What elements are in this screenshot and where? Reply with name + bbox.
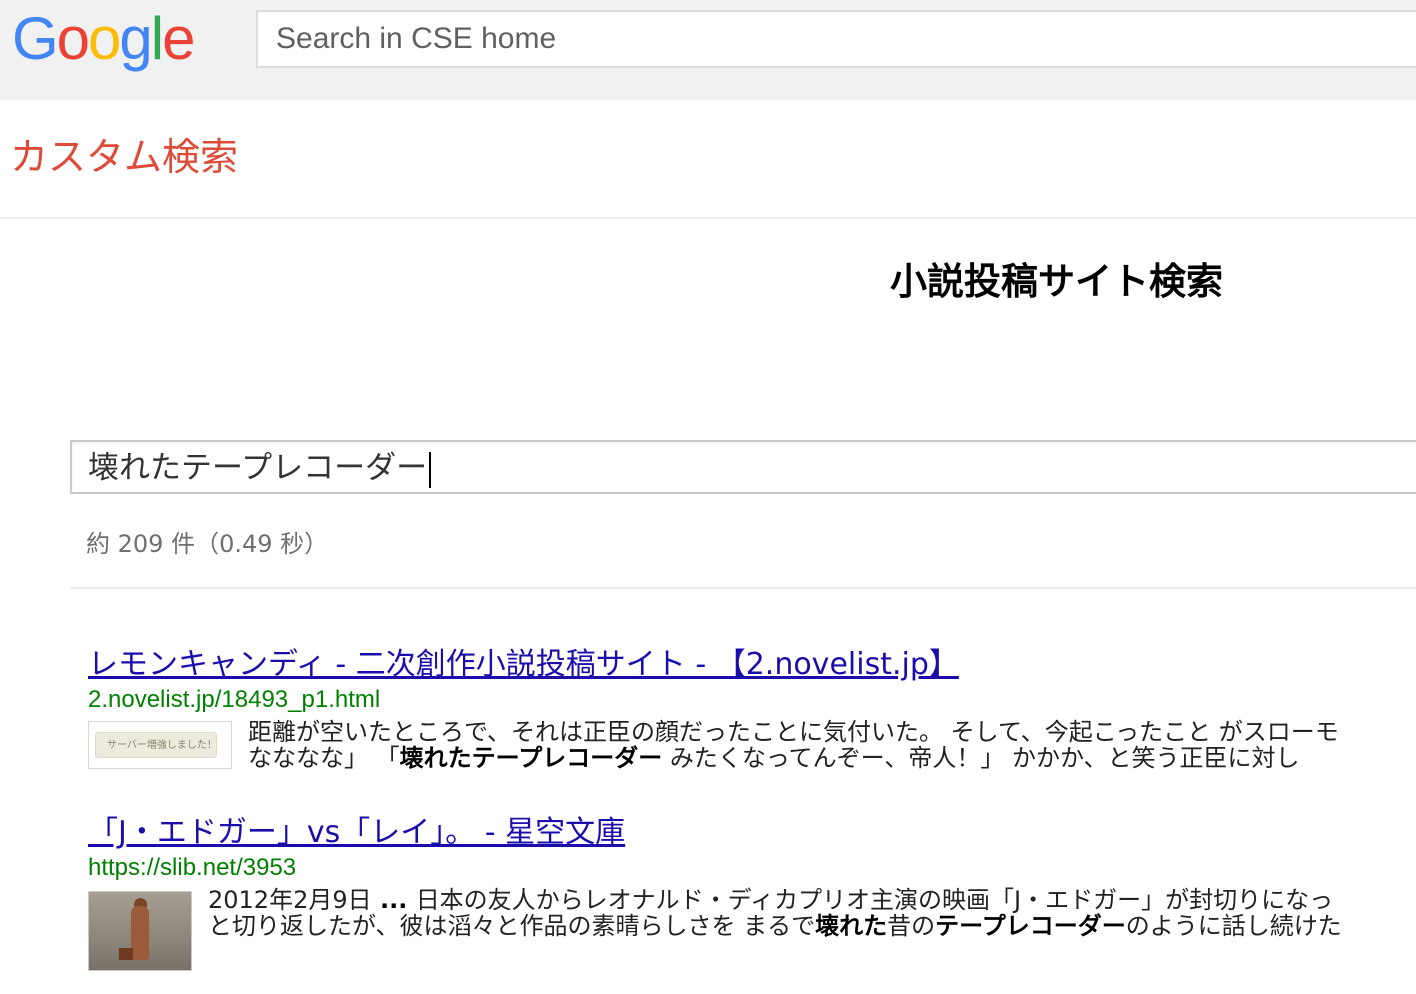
- logo-letter: o: [56, 5, 90, 72]
- snippet-highlight: 壊れた: [815, 912, 888, 940]
- thumbnail-figure-bag: [119, 948, 133, 960]
- result-title-link[interactable]: 「J・エドガー」vs「レイ」。 - 星空文庫: [88, 813, 625, 853]
- snippet-ellipsis: ...: [371, 886, 416, 914]
- snippet-line: と切り返したが、彼は滔々と作品の素晴らしさを まるで壊れた昔のテープレコーダーの…: [208, 913, 1416, 939]
- cse-home-search-box: [256, 10, 1416, 68]
- header-divider: [0, 217, 1416, 219]
- logo-letter: g: [119, 5, 152, 72]
- snippet-text: みたくなってんぞー、帝人！」 かかか、と笑う正臣に対し: [662, 744, 1300, 772]
- google-logo[interactable]: Google: [12, 4, 196, 74]
- snippet-line: 2012年2月9日 ... 日本の友人からレオナルド・ディカプリオ主演の映画「J…: [208, 887, 1416, 913]
- logo-letter: o: [88, 5, 121, 72]
- result-body: 2012年2月9日 ... 日本の友人からレオナルド・ディカプリオ主演の映画「J…: [88, 887, 1416, 971]
- logo-letter: e: [162, 5, 195, 72]
- result-snippet: 距離が空いたところで、それは正臣の顔だったことに気付いた。 そして、今起こったこ…: [248, 719, 1416, 771]
- logo-letter: l: [150, 5, 164, 72]
- query-field[interactable]: 壊れたテープレコーダー: [88, 448, 432, 488]
- snippet-text: のように話し続けた: [1125, 912, 1342, 940]
- search-engine-title: 小説投稿サイト検索: [890, 260, 1223, 303]
- result-stats: 約 209 件（0.49 秒）: [86, 530, 329, 558]
- product-title[interactable]: カスタム検索: [10, 132, 238, 182]
- result-url: https://slib.net/3953: [88, 854, 297, 881]
- snippet-line: なななな」 「壊れたテープレコーダー みたくなってんぞー、帝人！」 かかか、と笑…: [248, 745, 1416, 771]
- snippet-line: 距離が空いたところで、それは正臣の顔だったことに気付いた。 そして、今起こったこ…: [248, 718, 1339, 746]
- result-snippet: 2012年2月9日 ... 日本の友人からレオナルド・ディカプリオ主演の映画「J…: [208, 887, 1416, 939]
- snippet-text: なななな」 「: [248, 744, 400, 772]
- result-thumbnail[interactable]: サーバー増強しました！: [88, 721, 232, 769]
- result-body: サーバー増強しました！ 距離が空いたところで、それは正臣の顔だったことに気付いた…: [88, 719, 1416, 779]
- search-result: レモンキャンディ - 二次創作小説投稿サイト - 【2.novelist.jp】…: [88, 645, 1416, 779]
- snippet-highlight: テープレコーダー: [935, 912, 1126, 940]
- thumbnail-figure: [131, 906, 149, 960]
- text-caret: [429, 451, 432, 488]
- result-title-link[interactable]: レモンキャンディ - 二次創作小説投稿サイト - 【2.novelist.jp】: [88, 645, 959, 685]
- cse-home-search-input[interactable]: [258, 12, 1416, 66]
- thumbnail-caption: サーバー増強しました！: [107, 740, 217, 751]
- search-result: 「J・エドガー」vs「レイ」。 - 星空文庫 https://slib.net/…: [88, 813, 1416, 971]
- snippet-date: 2012年2月9日: [208, 886, 372, 914]
- snippet-text: 昔の: [887, 912, 936, 940]
- top-bar: Google: [0, 0, 1416, 100]
- results-divider: [70, 587, 1416, 589]
- snippet-text: と切り返したが、彼は滔々と作品の素晴らしさを まるで: [208, 912, 816, 940]
- query-text: 壊れたテープレコーダー: [88, 450, 428, 486]
- result-thumbnail[interactable]: [88, 891, 192, 971]
- snippet-text: 日本の友人からレオナルド・ディカプリオ主演の映画「J・エドガー」が封切りになっ: [415, 886, 1334, 914]
- result-url: 2.novelist.jp/18493_p1.html: [88, 686, 381, 713]
- query-search-box[interactable]: 壊れたテープレコーダー: [70, 440, 1416, 494]
- logo-letter: G: [12, 5, 59, 72]
- snippet-highlight: 壊れたテープレコーダー: [399, 744, 663, 772]
